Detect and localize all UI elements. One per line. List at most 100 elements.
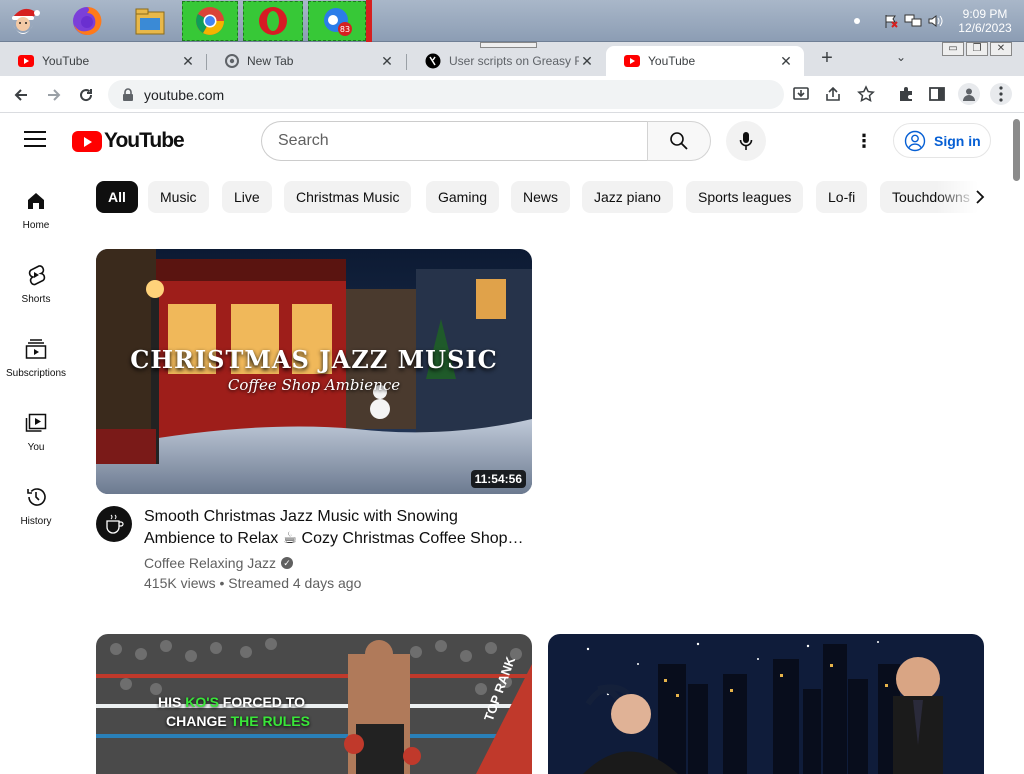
guide-item-shorts[interactable]: Shorts (0, 262, 72, 305)
close-tab-icon[interactable]: ✕ (379, 53, 395, 70)
windows-taskbar: 83 9:09 PM 12/6/2023 (0, 0, 1024, 42)
chip-gaming[interactable]: Gaming (426, 181, 500, 213)
volume-icon[interactable] (924, 10, 946, 32)
youtube-wordmark: YouTube (104, 129, 185, 152)
thumbnail-subtitle-text: Coffee Shop Ambience (227, 376, 401, 394)
system-clock[interactable]: 9:09 PM 12/6/2023 (946, 7, 1024, 35)
youtube-favicon (18, 55, 34, 67)
guide-item-you[interactable]: You (0, 410, 72, 453)
extensions-icon[interactable] (895, 83, 917, 105)
url-text: youtube.com (144, 86, 225, 103)
video-thumbnail[interactable]: CHRISTMAS JAZZ MUSIC Coffee Shop Ambienc… (96, 249, 532, 494)
channel-name[interactable]: Coffee Relaxing Jazz ✓ (144, 555, 294, 571)
chrome-taskbar-icon[interactable] (182, 1, 238, 41)
side-panel-icon[interactable] (926, 83, 948, 105)
guide-item-home[interactable]: Home (0, 188, 72, 231)
tab-greasy-fork[interactable]: User scripts on Greasy Fork ✕ (407, 46, 605, 76)
caption-highlight: KO'S (185, 694, 219, 710)
chip-news[interactable]: News (511, 181, 571, 213)
settings-more-icon[interactable]: ⋮ (854, 131, 874, 151)
santa-icon[interactable] (4, 1, 44, 41)
site-info-icon[interactable] (122, 87, 134, 102)
close-tab-icon[interactable]: ✕ (778, 53, 794, 70)
tab-label: YouTube (42, 54, 90, 68)
install-app-icon[interactable] (790, 83, 812, 105)
messenger-icon[interactable]: 83 (308, 1, 366, 41)
forward-button[interactable] (41, 82, 67, 108)
search-icon (670, 132, 688, 150)
window-controls: ▭ ❐ ✕ (942, 42, 1012, 56)
firefox-icon[interactable] (67, 1, 107, 41)
chips-next-chevron-icon[interactable] (968, 185, 992, 209)
system-tray: 9:09 PM 12/6/2023 (846, 0, 1024, 42)
search-button[interactable] (647, 121, 711, 161)
video-title-line-1: Smooth Christmas Jazz Music with Snowing (144, 508, 458, 525)
guide-label: Shorts (21, 294, 51, 305)
video-title-line-2: Ambience to Relax ☕ Cozy Christmas Coffe… (144, 530, 524, 547)
video-thumbnail[interactable]: HIS KO'S FORCED TO CHANGE THE RULES TOP … (96, 634, 532, 774)
file-explorer-icon[interactable] (130, 1, 170, 41)
close-tab-icon[interactable]: ✕ (180, 53, 196, 70)
flag-icon[interactable] (880, 10, 902, 32)
tray-dot-icon[interactable] (846, 10, 868, 32)
chip-christmas-music[interactable]: Christmas Music (284, 181, 412, 213)
youtube-favicon (624, 55, 640, 67)
taskbar-divider (366, 0, 372, 42)
bookmark-star-icon[interactable] (855, 83, 877, 105)
guide-item-subscriptions[interactable]: Subscriptions (0, 336, 72, 379)
network-icon[interactable] (902, 10, 924, 32)
page-scrollbar[interactable] (1010, 113, 1024, 768)
video-duration-badge: 11:54:56 (470, 470, 526, 488)
guide-label: You (27, 442, 45, 453)
history-icon (0, 484, 72, 510)
close-tab-icon[interactable]: ✕ (579, 53, 595, 70)
restore-button[interactable]: ❐ (966, 42, 988, 56)
chip-live[interactable]: Live (222, 181, 272, 213)
tab-youtube-active[interactable]: YouTube ✕ (606, 46, 804, 76)
browser-toolbar: youtube.com (0, 76, 1024, 113)
tab-youtube-1[interactable]: YouTube ✕ (0, 46, 206, 76)
new-tab-button[interactable]: + (816, 48, 838, 70)
channel-avatar[interactable] (96, 506, 132, 542)
reload-button[interactable] (73, 82, 99, 108)
tab-label: User scripts on Greasy Fork (449, 54, 579, 68)
microphone-icon (739, 132, 753, 150)
chip-music[interactable]: Music (148, 181, 209, 213)
forward-arrow-icon (48, 89, 61, 101)
guide-label: History (20, 516, 52, 527)
back-button[interactable] (8, 82, 34, 108)
view-count: 415K views (144, 575, 216, 591)
scrollbar-thumb[interactable] (1013, 119, 1020, 181)
chip-lo-fi[interactable]: Lo-fi (816, 181, 868, 213)
verified-badge-icon: ✓ (281, 557, 294, 569)
video-thumbnail[interactable] (548, 634, 984, 774)
chip-jazz-piano[interactable]: Jazz piano (582, 181, 673, 213)
close-window-button[interactable]: ✕ (990, 42, 1012, 56)
chip-sports-leagues[interactable]: Sports leagues (686, 181, 804, 213)
youtube-logo[interactable]: YouTube (72, 129, 185, 153)
search-input[interactable]: Search (261, 121, 647, 161)
guide-label: Subscriptions (5, 368, 67, 379)
tab-search-chevron-icon[interactable]: ⌄ (896, 50, 906, 64)
profile-icon[interactable] (958, 83, 980, 105)
opera-icon[interactable] (243, 1, 303, 41)
guide-item-history[interactable]: History (0, 484, 72, 527)
video-title[interactable]: Smooth Christmas Jazz Music with Snowing… (144, 506, 524, 550)
sign-in-button[interactable]: Sign in (893, 123, 991, 158)
video-metadata: 415K views • Streamed 4 days ago (144, 575, 362, 591)
guide-label: Home (22, 220, 50, 231)
minimize-button[interactable]: ▭ (942, 42, 964, 56)
thumbnail-caption-line-2: CHANGE THE RULES (166, 713, 310, 729)
tab-new-tab[interactable]: New Tab ✕ (207, 46, 405, 76)
sign-in-label: Sign in (934, 132, 981, 149)
share-icon[interactable] (822, 83, 844, 105)
chip-all[interactable]: All (96, 181, 138, 213)
guide-menu-icon[interactable] (24, 131, 46, 149)
tab-label: YouTube (648, 54, 696, 68)
chrome-menu-icon[interactable] (990, 83, 1012, 105)
address-bar[interactable]: youtube.com (108, 80, 784, 109)
subscriptions-icon (0, 336, 72, 362)
voice-search-button[interactable] (726, 121, 766, 161)
you-icon (0, 410, 72, 436)
tab-strip: YouTube ✕ New Tab ✕ User scripts on Grea… (0, 42, 1024, 76)
